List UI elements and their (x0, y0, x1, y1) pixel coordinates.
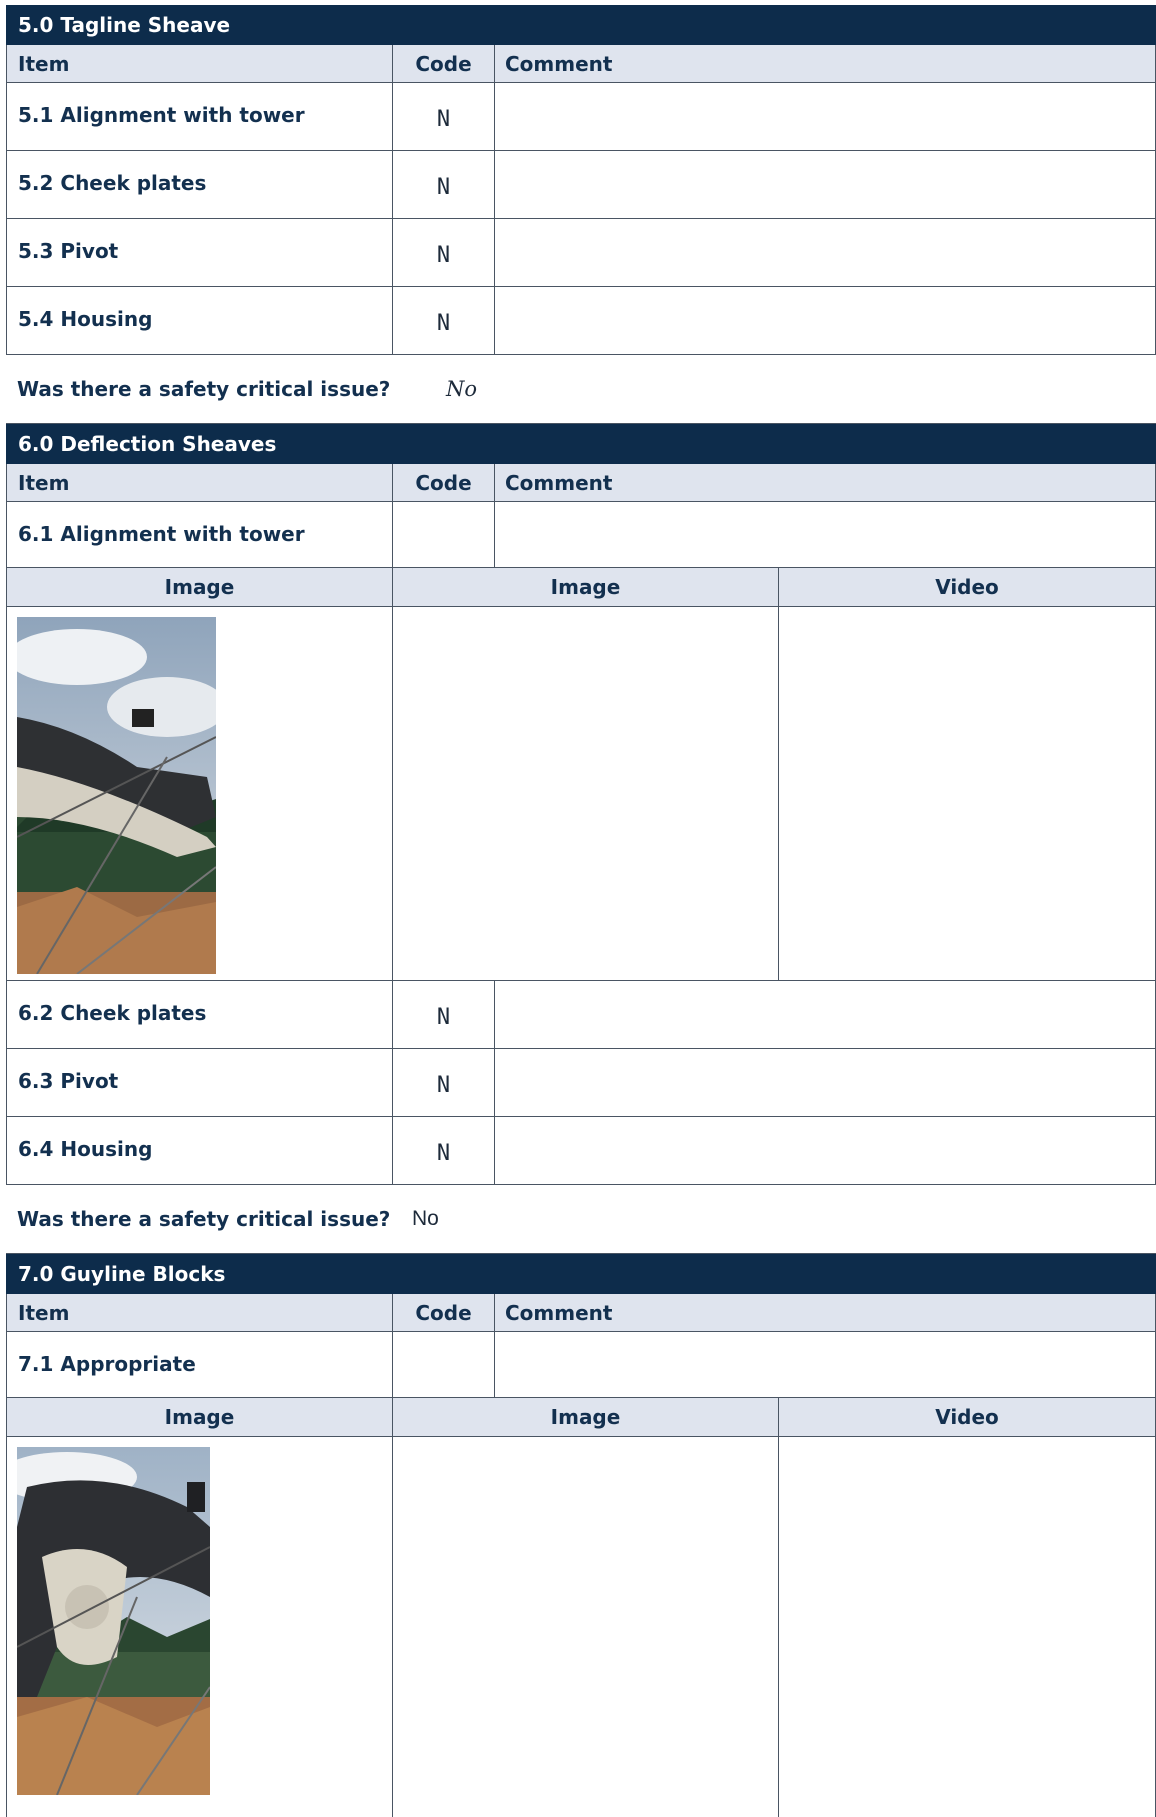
comment-field[interactable] (495, 502, 1156, 567)
comment-field[interactable] (495, 1117, 1156, 1184)
item-label: 5.3 Pivot (7, 219, 393, 286)
safety-answer[interactable]: No (392, 1207, 439, 1231)
photo-thumbnail[interactable] (17, 1447, 210, 1795)
safety-question: Was there a safety critical issue? (17, 377, 391, 401)
video-cell (779, 607, 1156, 980)
code-field[interactable]: N (393, 1049, 495, 1116)
section-title-7: 7.0 Guyline Blocks (6, 1254, 1156, 1294)
item-label: 6.4 Housing (7, 1117, 393, 1184)
table-header: Item Code Comment (6, 464, 1156, 502)
header-comment: Comment (495, 464, 1156, 501)
photo-thumbnail[interactable] (17, 617, 216, 974)
code-field[interactable]: N (393, 151, 495, 218)
code-field[interactable] (393, 1332, 495, 1397)
code-field[interactable]: N (393, 219, 495, 286)
item-label: 6.2 Cheek plates (7, 981, 393, 1048)
comment-field[interactable] (495, 981, 1156, 1048)
comment-field[interactable] (495, 83, 1156, 150)
section-title-6: 6.0 Deflection Sheaves (6, 424, 1156, 464)
photo-image (17, 617, 216, 974)
comment-field[interactable] (495, 219, 1156, 286)
header-comment: Comment (495, 1294, 1156, 1331)
item-label: 6.3 Pivot (7, 1049, 393, 1116)
media-row (6, 607, 1156, 981)
item-label: 5.1 Alignment with tower (7, 83, 393, 150)
header-item: Item (7, 1294, 393, 1331)
media-header-image: Image (393, 1398, 779, 1436)
safety-answer[interactable]: No (392, 377, 477, 401)
media-header-image: Image (393, 568, 779, 606)
item-label: 5.2 Cheek plates (7, 151, 393, 218)
media-header-video: Video (779, 568, 1156, 606)
safety-question: Was there a safety critical issue? (17, 1207, 391, 1231)
code-field[interactable]: N (393, 83, 495, 150)
media-header: Image Image Video (6, 568, 1156, 607)
photo-image (17, 1447, 210, 1795)
media-header-video: Video (779, 1398, 1156, 1436)
table-row: 6.2 Cheek plates N (6, 981, 1156, 1049)
code-field[interactable]: N (393, 1117, 495, 1184)
table-row: 6.4 Housing N (6, 1117, 1156, 1185)
safety-question-row: Was there a safety critical issue? No (6, 355, 1156, 424)
video-cell (779, 1437, 1156, 1817)
header-item: Item (7, 45, 393, 82)
code-field[interactable]: N (393, 287, 495, 354)
header-comment: Comment (495, 45, 1156, 82)
table-header: Item Code Comment (6, 45, 1156, 83)
comment-field[interactable] (495, 151, 1156, 218)
safety-question-row: Was there a safety critical issue? No (6, 1185, 1156, 1254)
table-row: 5.3 Pivot N (6, 219, 1156, 287)
comment-field[interactable] (495, 1332, 1156, 1397)
image-cell (7, 607, 393, 980)
table-row: 7.1 Appropriate (6, 1332, 1156, 1398)
header-item: Item (7, 464, 393, 501)
inspection-form: 5.0 Tagline Sheave Item Code Comment 5.1… (6, 5, 1156, 1817)
table-row: 6.3 Pivot N (6, 1049, 1156, 1117)
code-field[interactable]: N (393, 981, 495, 1048)
comment-field[interactable] (495, 1049, 1156, 1116)
table-row: 5.1 Alignment with tower N (6, 83, 1156, 151)
table-row: 6.1 Alignment with tower (6, 502, 1156, 568)
media-header: Image Image Video (6, 1398, 1156, 1437)
media-header-image: Image (7, 568, 393, 606)
table-row: 5.4 Housing N (6, 287, 1156, 355)
item-label: 5.4 Housing (7, 287, 393, 354)
section-title-5: 5.0 Tagline Sheave (6, 5, 1156, 45)
media-row (6, 1437, 1156, 1817)
image-cell (393, 1437, 779, 1817)
header-code: Code (393, 45, 495, 82)
code-field[interactable] (393, 502, 495, 567)
item-label: 7.1 Appropriate (7, 1332, 393, 1397)
table-header: Item Code Comment (6, 1294, 1156, 1332)
image-cell (7, 1437, 393, 1817)
header-code: Code (393, 1294, 495, 1331)
item-label: 6.1 Alignment with tower (7, 502, 393, 567)
image-cell (393, 607, 779, 980)
header-code: Code (393, 464, 495, 501)
media-header-image: Image (7, 1398, 393, 1436)
comment-field[interactable] (495, 287, 1156, 354)
table-row: 5.2 Cheek plates N (6, 151, 1156, 219)
